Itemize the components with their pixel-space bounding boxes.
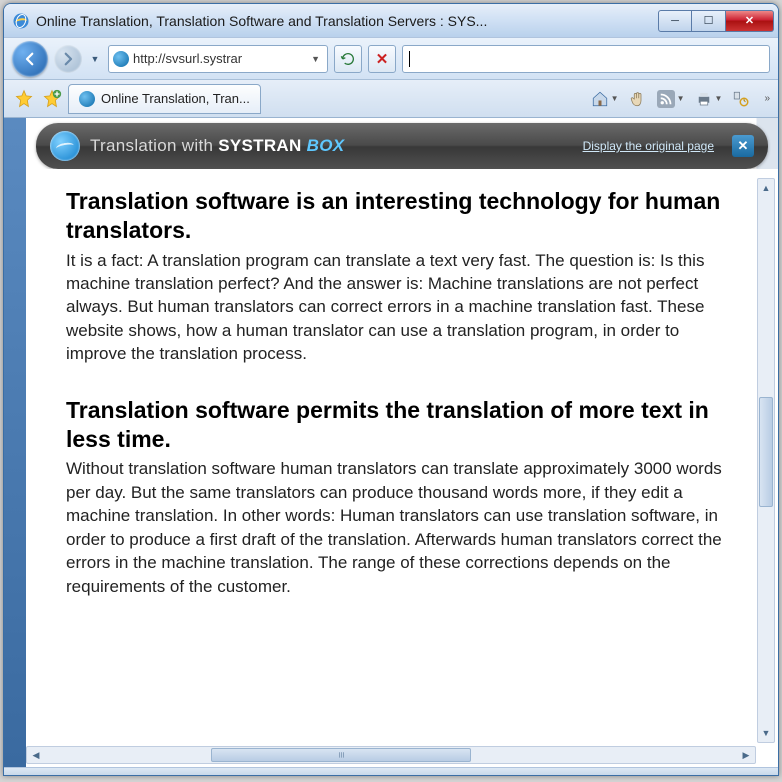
section-heading: Translation software is an interesting t…	[66, 187, 738, 245]
systran-toolbar-title: Translation with SYSTRAN BOX	[90, 136, 344, 156]
forward-button[interactable]	[54, 45, 82, 73]
content-area: Translation with SYSTRAN BOX Display the…	[4, 118, 778, 767]
page-viewport: Translation with SYSTRAN BOX Display the…	[26, 118, 778, 767]
printer-icon	[695, 90, 713, 108]
tools-icon	[732, 90, 750, 108]
refresh-button[interactable]	[334, 45, 362, 73]
star-plus-icon	[42, 89, 62, 109]
systran-prefix: Translation with	[90, 136, 218, 155]
scroll-down-arrow[interactable]: ▼	[758, 724, 774, 742]
section-paragraph: Without translation software human trans…	[66, 457, 738, 598]
tools-button[interactable]	[732, 90, 750, 108]
status-bar	[4, 767, 778, 775]
minimize-button[interactable]: ─	[658, 10, 692, 32]
arrow-right-icon	[59, 50, 77, 68]
systran-box: BOX	[307, 136, 345, 155]
browser-window: Online Translation, Translation Software…	[3, 3, 779, 776]
star-icon	[14, 89, 34, 109]
toolbar-expand[interactable]: »	[764, 93, 770, 104]
back-button[interactable]	[12, 41, 48, 77]
refresh-icon	[340, 51, 356, 67]
window-title: Online Translation, Translation Software…	[36, 13, 658, 29]
tab-label: Online Translation, Tran...	[101, 91, 250, 106]
tab-toolbar: Online Translation, Tran... ▼ ▼ ▼ »	[4, 80, 778, 118]
home-icon	[591, 90, 609, 108]
systran-logo-icon	[50, 131, 80, 161]
address-bar[interactable]: ▼	[108, 45, 328, 73]
site-favicon	[113, 51, 129, 67]
feeds-button[interactable]: ▼	[657, 90, 685, 108]
browser-tab[interactable]: Online Translation, Tran...	[68, 84, 261, 114]
url-input[interactable]	[133, 51, 304, 66]
add-favorite-button[interactable]	[40, 87, 64, 111]
command-bar: ▼ ▼ ▼ »	[591, 90, 770, 108]
print-button[interactable]: ▼	[695, 90, 723, 108]
tab-favicon	[79, 91, 95, 107]
systran-close-button[interactable]: ✕	[732, 135, 754, 157]
scroll-track[interactable]	[758, 197, 774, 724]
nav-toolbar: ▼ ▼ ✕	[4, 38, 778, 80]
titlebar: Online Translation, Translation Software…	[4, 4, 778, 38]
stop-button[interactable]: ✕	[368, 45, 396, 73]
scroll-right-arrow[interactable]: ▶	[737, 747, 755, 763]
home-button[interactable]: ▼	[591, 90, 619, 108]
hand-icon	[629, 90, 647, 108]
close-button[interactable]: ✕	[726, 10, 774, 32]
scroll-thumb[interactable]	[211, 748, 471, 762]
document-body[interactable]: Translation software is an interesting t…	[26, 169, 778, 767]
scroll-up-arrow[interactable]: ▲	[758, 179, 774, 197]
hand-tool-button[interactable]	[629, 90, 647, 108]
arrow-left-icon	[21, 50, 39, 68]
scroll-track[interactable]	[45, 747, 737, 763]
vertical-scrollbar[interactable]: ▲ ▼	[757, 178, 775, 743]
left-gutter	[4, 118, 26, 767]
address-dropdown[interactable]: ▼	[308, 54, 323, 64]
section-paragraph: It is a fact: A translation program can …	[66, 249, 738, 366]
chevron-down-icon: ▼	[611, 94, 619, 103]
systran-toolbar: Translation with SYSTRAN BOX Display the…	[36, 123, 768, 169]
horizontal-scrollbar[interactable]: ◀ ▶	[26, 746, 756, 764]
search-bar[interactable]	[402, 45, 770, 73]
chevron-down-icon: ▼	[715, 94, 723, 103]
rss-icon	[657, 90, 675, 108]
scroll-thumb[interactable]	[759, 397, 773, 507]
ie-icon	[12, 12, 30, 30]
scroll-left-arrow[interactable]: ◀	[27, 747, 45, 763]
display-original-link[interactable]: Display the original page	[583, 139, 714, 153]
nav-history-dropdown[interactable]: ▼	[88, 52, 102, 66]
maximize-button[interactable]: ☐	[692, 10, 726, 32]
text-cursor	[409, 51, 410, 67]
chevron-down-icon: ▼	[677, 94, 685, 103]
window-controls: ─ ☐ ✕	[658, 10, 774, 32]
favorites-button[interactable]	[12, 87, 36, 111]
section-heading: Translation software permits the transla…	[66, 396, 738, 454]
systran-brand: SYSTRAN	[218, 136, 301, 155]
